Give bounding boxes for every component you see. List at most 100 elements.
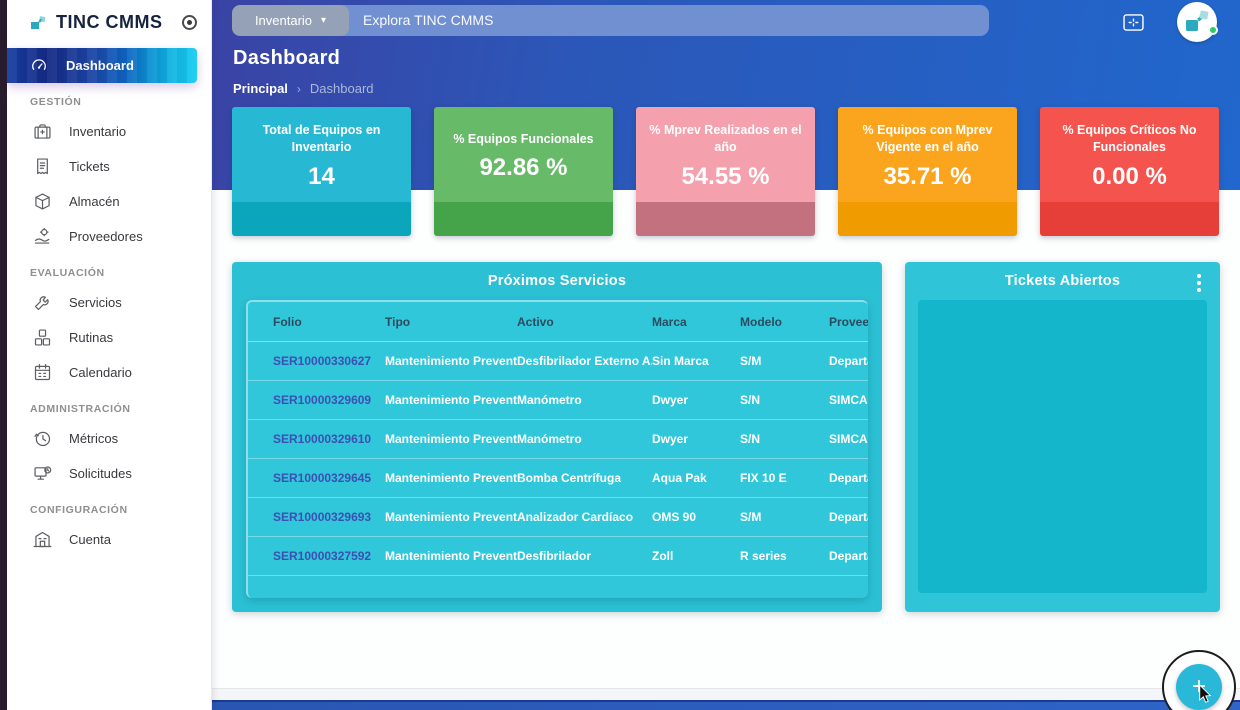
folio-link[interactable]: SER10000329610	[273, 432, 371, 446]
cell-modelo: S/M	[740, 510, 829, 524]
breadcrumb-principal-link[interactable]: Principal	[233, 81, 288, 96]
breadcrumb: Principal › Dashboard	[233, 81, 1240, 96]
breadcrumb-separator: ›	[297, 82, 301, 96]
kpi-card-criticos-no-funcionales: % Equipos Críticos No Funcionales 0.00 %	[1040, 107, 1219, 236]
cell-proveedor: Departar	[829, 549, 868, 563]
footer-strip	[212, 688, 1240, 700]
sidebar-item-metricos[interactable]: Métricos	[7, 421, 211, 456]
cell-activo: Analizador Cardíaco	[517, 510, 652, 524]
cubes-icon	[32, 327, 53, 348]
sidebar-item-dashboard[interactable]: Dashboard	[7, 48, 197, 83]
sidebar-section-evaluacion: EVALUACIÓN	[30, 267, 211, 279]
proximos-servicios-title: Próximos Servicios	[232, 262, 882, 299]
sidebar: TINC CMMS Dashboard GESTIÓN Inventario T…	[7, 0, 212, 710]
cell-tipo: Mantenimiento Prevent...	[385, 393, 517, 407]
table-row[interactable]: SER10000330627 Mantenimiento Prevent... …	[248, 342, 868, 381]
folio-link[interactable]: SER10000329693	[273, 510, 371, 524]
tickets-empty-panel	[918, 300, 1207, 593]
ticket-icon	[32, 156, 53, 177]
brand-name: TINC CMMS	[56, 12, 182, 33]
cell-marca: Zoll	[652, 549, 740, 563]
kpi-card-row: Total de Equipos en Inventario 14 % Equi…	[232, 107, 1220, 236]
sidebar-item-rutinas[interactable]: Rutinas	[7, 320, 211, 355]
kpi-value: 14	[308, 163, 335, 191]
cell-marca: Aqua Pak	[652, 471, 740, 485]
table-row[interactable]: SER10000329693 Mantenimiento Prevent... …	[248, 498, 868, 537]
sidebar-item-cuenta[interactable]: Cuenta	[7, 522, 211, 557]
chevron-down-icon: ▾	[321, 15, 326, 26]
sidebar-item-solicitudes[interactable]: Solicitudes	[7, 456, 211, 491]
kpi-footer-strip	[434, 202, 613, 236]
kpi-footer-strip	[636, 202, 815, 236]
sidebar-pin-icon[interactable]	[182, 15, 197, 30]
topbar-actions	[1123, 0, 1217, 44]
account-building-icon	[32, 529, 53, 550]
sidebar-item-proveedores[interactable]: Proveedores	[7, 219, 211, 254]
sidebar-item-inventario[interactable]: Inventario	[7, 114, 211, 149]
inventory-icon	[32, 121, 53, 142]
table-row[interactable]: SER10000329610 Mantenimiento Prevent... …	[248, 420, 868, 459]
tickets-abiertos-card: Tickets Abiertos	[905, 262, 1220, 612]
kebab-menu-icon[interactable]	[1194, 271, 1204, 295]
sidebar-section-gestion: GESTIÓN	[30, 96, 211, 108]
sidebar-item-servicios[interactable]: Servicios	[7, 285, 211, 320]
warehouse-box-icon	[32, 191, 53, 212]
sidebar-item-label: Servicios	[69, 295, 122, 310]
kpi-footer-strip	[838, 202, 1017, 236]
fit-screen-icon[interactable]	[1123, 14, 1144, 31]
sidebar-item-label: Proveedores	[69, 229, 143, 244]
table-row[interactable]: SER10000327592 Mantenimiento Prevent... …	[248, 537, 868, 576]
calendar-icon	[32, 362, 53, 383]
add-fab-button[interactable]: +	[1176, 664, 1222, 710]
sidebar-section-administracion: ADMINISTRACIÓN	[30, 403, 211, 415]
cell-proveedor: Departar	[829, 471, 868, 485]
cell-proveedor: Departar	[829, 354, 868, 368]
tinc-logo-icon	[29, 13, 47, 31]
table-row[interactable]: SER10000329609 Mantenimiento Prevent... …	[248, 381, 868, 420]
cell-tipo: Mantenimiento Prevent...	[385, 471, 517, 485]
user-avatar[interactable]	[1177, 2, 1217, 42]
kpi-card-mprev-realizados: % Mprev Realizados en el año 54.55 %	[636, 107, 815, 236]
column-header-proveedor: Proveedor	[829, 315, 868, 329]
column-header-folio: Folio	[273, 315, 385, 329]
folio-link[interactable]: SER10000329609	[273, 393, 371, 407]
column-header-activo: Activo	[517, 315, 652, 329]
kpi-card-total-equipos: Total de Equipos en Inventario 14	[232, 107, 411, 236]
sidebar-item-label: Rutinas	[69, 330, 113, 345]
sidebar-item-tickets[interactable]: Tickets	[7, 149, 211, 184]
folio-link[interactable]: SER10000327592	[273, 549, 371, 563]
cell-modelo: S/N	[740, 432, 829, 446]
cell-activo: Desfibrilador	[517, 549, 652, 563]
requests-monitor-icon	[32, 463, 53, 484]
sidebar-item-almacen[interactable]: Almacén	[7, 184, 211, 219]
services-table: Folio Tipo Activo Marca Modelo Proveedor…	[246, 300, 868, 598]
kpi-card-mprev-vigente: % Equipos con Mprev Vigente en el año 35…	[838, 107, 1017, 236]
column-header-marca: Marca	[652, 315, 740, 329]
cell-marca: OMS 90	[652, 510, 740, 524]
global-search-input[interactable]	[343, 5, 989, 36]
gauge-icon	[29, 56, 49, 76]
cell-marca: Dwyer	[652, 393, 740, 407]
supplier-hand-icon	[32, 226, 53, 247]
folio-link[interactable]: SER10000330627	[273, 354, 371, 368]
sidebar-item-label: Solicitudes	[69, 466, 132, 481]
table-row[interactable]: SER10000329645 Mantenimiento Prevent... …	[248, 459, 868, 498]
cell-modelo: R series	[740, 549, 829, 563]
tinc-avatar-logo-icon	[1183, 8, 1211, 36]
sidebar-item-label: Dashboard	[66, 58, 134, 73]
cell-activo: Manómetro	[517, 393, 652, 407]
wrench-icon	[32, 292, 53, 313]
kpi-footer-strip	[1040, 202, 1219, 236]
sidebar-item-calendario[interactable]: Calendario	[7, 355, 211, 390]
sidebar-item-label: Almacén	[69, 194, 120, 209]
sidebar-item-label: Métricos	[69, 431, 118, 446]
kpi-value: 35.71 %	[883, 163, 971, 191]
folio-link[interactable]: SER10000329645	[273, 471, 371, 485]
table-header-row: Folio Tipo Activo Marca Modelo Proveedor	[248, 302, 868, 342]
kpi-footer-strip	[232, 202, 411, 236]
module-selector-label: Inventario	[255, 13, 312, 28]
cell-tipo: Mantenimiento Prevent...	[385, 549, 517, 563]
kpi-value: 54.55 %	[681, 163, 769, 191]
cell-marca: Sin Marca	[652, 354, 740, 368]
module-selector-dropdown[interactable]: Inventario ▾	[232, 5, 349, 36]
